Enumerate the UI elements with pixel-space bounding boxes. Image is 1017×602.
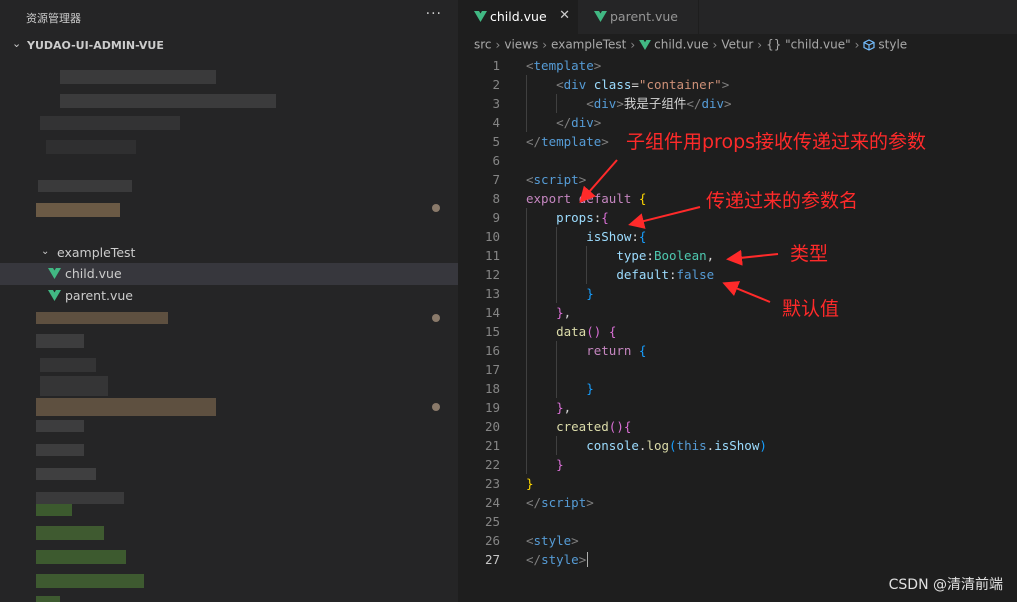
arrow-props-receive [579,159,618,204]
annotation-param-name: 传递过来的参数名 [706,190,859,212]
watermark: CSDN @清清前端 [888,577,1003,593]
arrow-default [722,281,771,303]
annotation-default-value: 默认值 [782,298,840,320]
arrow-type [726,249,779,266]
annotation-type: 类型 [790,243,829,265]
arrow-param-name [628,206,701,229]
annotation-arrows [579,159,779,303]
annotation-props-receive: 子组件用props接收传递过来的参数 [626,131,927,153]
